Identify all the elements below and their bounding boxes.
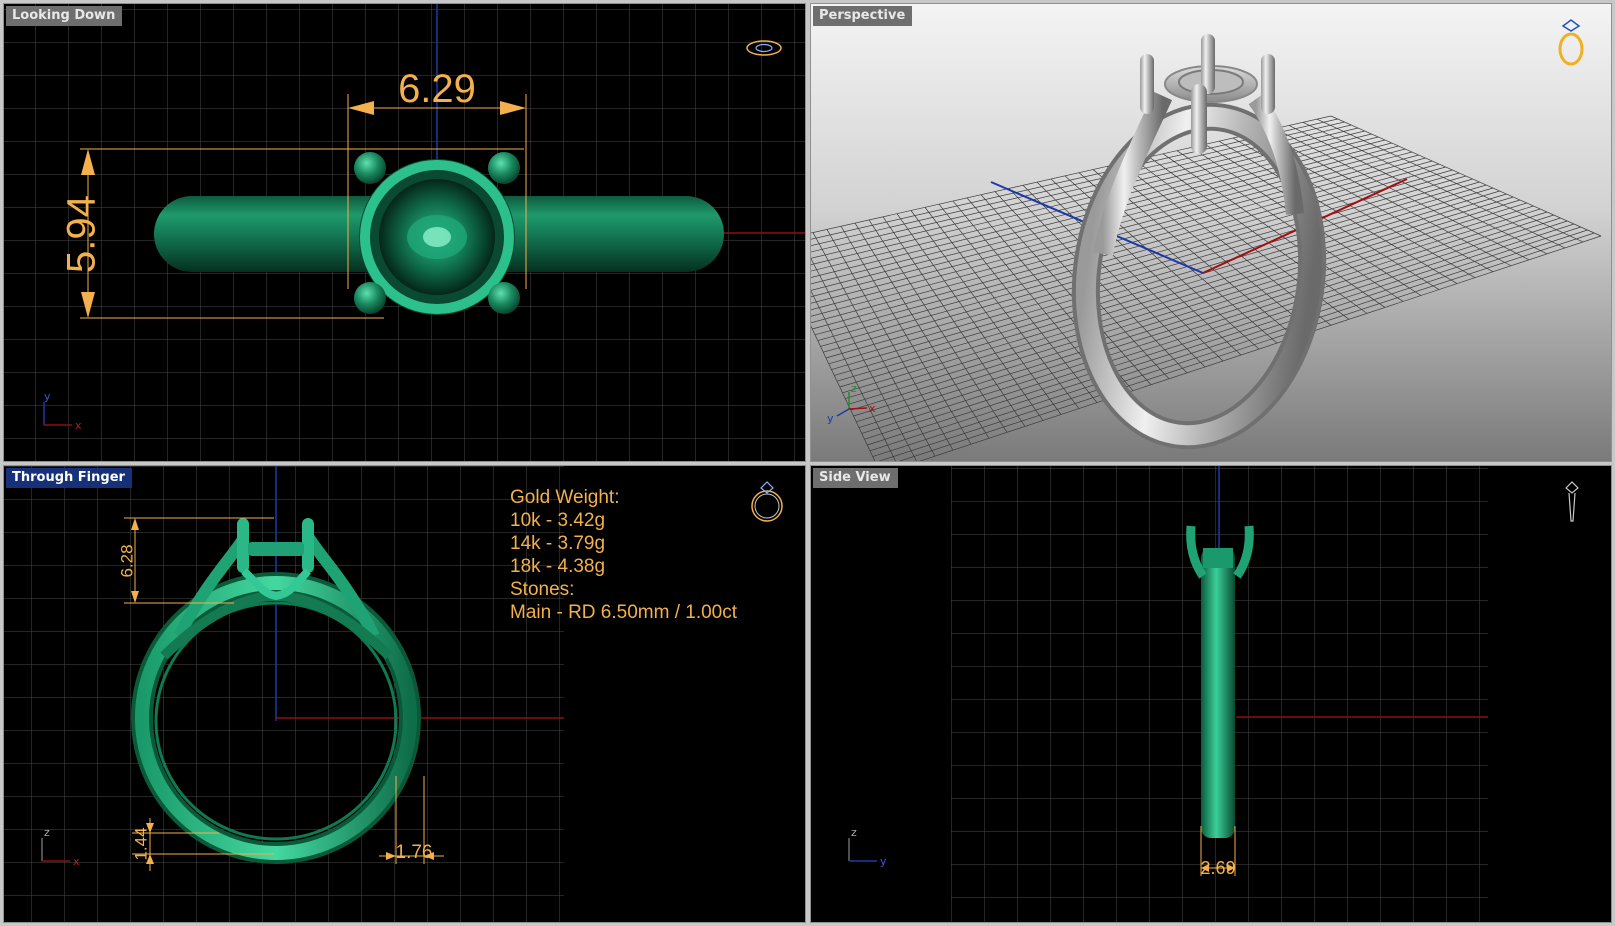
viewport-title-through-finger[interactable]: Through Finger [6, 468, 132, 488]
view-cube-icon[interactable] [751, 481, 783, 522]
specification-panel: Gold Weight: 10k - 3.42g 14k - 3.79g 18k… [510, 486, 737, 624]
dim-height-label: 5.94 [60, 195, 104, 273]
dim-shank-thickness-label: 1.44 [131, 827, 150, 860]
axis-label-z: z [44, 826, 50, 839]
axis-label-x: x [73, 855, 80, 868]
stones-heading: Stones: [510, 579, 575, 600]
weight-18k: 18k - 4.38g [510, 556, 606, 577]
axis-label-z: z [851, 826, 857, 839]
perspective-canvas: z y x [811, 19, 1602, 461]
viewport-through-finger[interactable]: Through Finger Gold Weight: 10k - 3.42g … [3, 465, 806, 923]
main-stone-spec: Main - RD 6.50mm / 1.00ct [510, 602, 738, 623]
weight-14k: 14k - 3.79g [510, 533, 606, 554]
viewport-perspective[interactable]: Perspective z y x [810, 3, 1612, 462]
axis-label-y: y [827, 412, 834, 425]
top-view-canvas: 6.29 5.94 y x [4, 4, 805, 461]
viewport-title-looking-down[interactable]: Looking Down [6, 6, 123, 26]
dim-side-width-label: 2.69 [1200, 858, 1235, 878]
axis-label-x: x [869, 402, 876, 415]
view-cube-icon[interactable] [1558, 19, 1584, 66]
side-view-canvas: 2.69 z y [848, 466, 1579, 922]
axis-label-z: z [851, 382, 857, 395]
viewport-side-view[interactable]: Side View 2.69 z y [810, 465, 1612, 923]
axis-label-y: y [880, 855, 887, 868]
dim-width-label: 6.29 [398, 67, 476, 111]
viewport-title-side-view[interactable]: Side View [813, 468, 898, 488]
axis-label-x: x [75, 419, 82, 432]
axis-gizmo-side: z y [848, 826, 887, 868]
weight-10k: 10k - 3.42g [510, 510, 606, 531]
viewport-title-perspective[interactable]: Perspective [813, 6, 913, 26]
dim-shank-width-label: 1.76 [396, 842, 433, 863]
view-cube-icon[interactable] [1565, 481, 1579, 522]
viewport-looking-down[interactable]: Looking Down 6.29 5.94 y x [3, 3, 806, 462]
dim-head-height-label: 6.28 [117, 544, 136, 577]
perspective-grid [811, 115, 1602, 461]
gold-weight-heading: Gold Weight: [510, 487, 620, 508]
axis-label-y: y [44, 390, 51, 403]
